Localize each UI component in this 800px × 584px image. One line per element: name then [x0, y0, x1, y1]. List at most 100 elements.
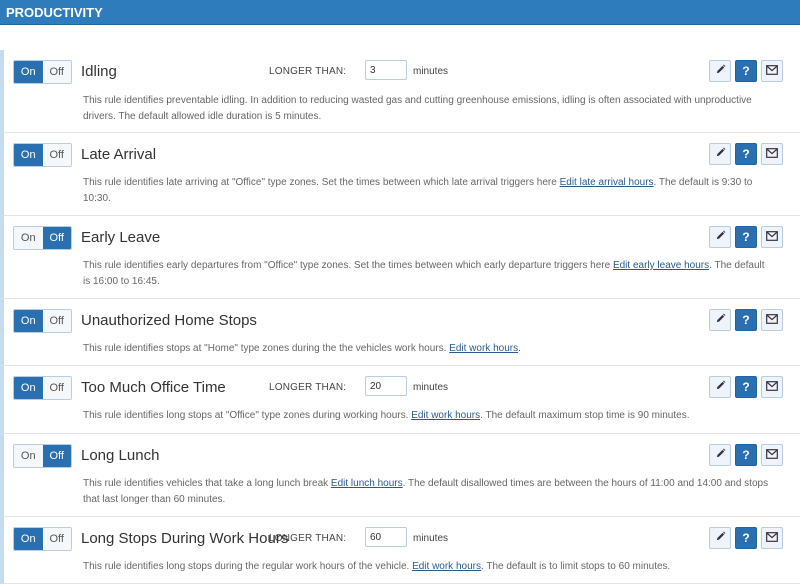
edit-hours-link[interactable]: Edit work hours	[411, 410, 480, 421]
edit-hours-link[interactable]: Edit work hours	[449, 343, 518, 354]
rule-row: OnOff Too Much Office Time LONGER THAN: min…	[0, 366, 800, 434]
toggle-off[interactable]: Off	[42, 528, 71, 550]
threshold-input[interactable]	[365, 376, 407, 396]
toggle-on[interactable]: On	[14, 377, 43, 399]
envelope-icon	[766, 145, 778, 163]
toggle-on[interactable]: On	[14, 61, 43, 83]
section-title: PRODUCTIVITY	[6, 5, 103, 20]
help-icon: ?	[742, 531, 750, 545]
rule-row: On Off Late Arrival? This rule identifies l…	[0, 133, 800, 216]
help-button[interactable]: ?	[735, 444, 757, 466]
edit-button[interactable]	[709, 226, 731, 248]
toggle-on[interactable]: On	[14, 310, 43, 332]
envelope-icon	[766, 62, 778, 80]
toggle-on[interactable]: On	[14, 144, 43, 166]
rule-actions: ?	[709, 60, 783, 82]
help-button[interactable]: ?	[735, 309, 757, 331]
rule-actions: ?	[709, 444, 783, 466]
toggle-on[interactable]: On	[14, 445, 43, 467]
rule-description: This rule identifies long stops during t…	[83, 559, 772, 575]
help-button[interactable]: ?	[735, 527, 757, 549]
toggle-on[interactable]: On	[14, 227, 43, 249]
rule-description: This rule identifies long stops at "Offi…	[83, 408, 772, 424]
rule-title: Long Lunch	[81, 447, 160, 464]
help-icon: ?	[742, 230, 750, 244]
description-text: This rule identifies long stops at "Offi…	[83, 410, 412, 421]
description-text-after: .	[518, 343, 521, 354]
rule-description: This rule identifies stops at "Home" typ…	[83, 341, 772, 357]
on-off-toggle[interactable]: On Off	[13, 376, 72, 400]
on-off-toggle[interactable]: On Off	[13, 444, 72, 468]
rule-row: OnOff Idling LONGER THAN: minutes? This rule…	[0, 50, 800, 133]
edit-hours-link[interactable]: Edit work hours	[412, 561, 481, 572]
toggle-off[interactable]: Off	[42, 445, 71, 467]
edit-button[interactable]	[709, 309, 731, 331]
rule-description: This rule identifies late arriving at "O…	[83, 175, 772, 207]
rule-actions: ?	[709, 309, 783, 331]
rule-row: On Off Early Leave? This rule identifies ea…	[0, 216, 800, 299]
edit-button[interactable]	[709, 444, 731, 466]
on-off-toggle[interactable]: On Off	[13, 309, 72, 333]
help-icon: ?	[742, 380, 750, 394]
toggle-off[interactable]: Off	[42, 144, 71, 166]
edit-hours-link[interactable]: Edit early leave hours	[613, 260, 709, 271]
help-button[interactable]: ?	[735, 226, 757, 248]
help-button[interactable]: ?	[735, 143, 757, 165]
email-button[interactable]	[761, 376, 783, 398]
threshold-unit: minutes	[413, 533, 449, 544]
on-off-toggle[interactable]: On Off	[13, 60, 72, 84]
email-button[interactable]	[761, 444, 783, 466]
email-button[interactable]	[761, 527, 783, 549]
pencil-icon	[715, 529, 726, 547]
help-icon: ?	[742, 313, 750, 327]
toggle-off[interactable]: Off	[42, 377, 71, 399]
toggle-off[interactable]: Off	[42, 227, 71, 249]
rule-actions: ?	[709, 376, 783, 398]
threshold-unit: minutes	[413, 382, 449, 393]
threshold-input[interactable]	[365, 60, 407, 80]
email-button[interactable]	[761, 60, 783, 82]
rule-title: Idling	[81, 63, 117, 80]
help-button[interactable]: ?	[735, 376, 757, 398]
threshold-unit: minutes	[413, 66, 449, 77]
rule-title: Too Much Office Time	[81, 379, 226, 396]
envelope-icon	[766, 228, 778, 246]
email-button[interactable]	[761, 309, 783, 331]
description-text-after: . The default maximum stop time is 90 mi…	[480, 410, 690, 421]
rule-actions: ?	[709, 527, 783, 549]
help-icon: ?	[742, 64, 750, 78]
on-off-toggle[interactable]: On Off	[13, 143, 72, 167]
pencil-icon	[715, 378, 726, 396]
help-button[interactable]: ?	[735, 60, 757, 82]
description-text: This rule identifies late arriving at "O…	[83, 177, 560, 188]
rule-row: On Off Long Lunch? This rule identifies veh…	[0, 434, 800, 517]
toggle-off[interactable]: Off	[42, 61, 71, 83]
rule-row: On Off Unauthorized Home Stops? This rule i…	[0, 299, 800, 366]
edit-hours-link[interactable]: Edit lunch hours	[331, 478, 403, 489]
section-header: PRODUCTIVITY	[0, 0, 800, 25]
on-off-toggle[interactable]: On Off	[13, 527, 72, 551]
rule-description: This rule identifies vehicles that take …	[83, 476, 772, 508]
threshold-input[interactable]	[365, 527, 407, 547]
rule-title: Early Leave	[81, 229, 161, 246]
pencil-icon	[715, 228, 726, 246]
rule-title: Late Arrival	[81, 146, 157, 163]
description-text: This rule identifies vehicles that take …	[83, 478, 331, 489]
toggle-on[interactable]: On	[14, 528, 43, 550]
description-text: This rule identifies preventable idling.…	[83, 95, 752, 122]
email-button[interactable]	[761, 143, 783, 165]
envelope-icon	[766, 446, 778, 464]
description-text: This rule identifies stops at "Home" typ…	[83, 343, 450, 354]
edit-button[interactable]	[709, 60, 731, 82]
edit-button[interactable]	[709, 376, 731, 398]
email-button[interactable]	[761, 226, 783, 248]
edit-button[interactable]	[709, 527, 731, 549]
envelope-icon	[766, 378, 778, 396]
rule-title: Unauthorized Home Stops	[81, 312, 257, 329]
edit-button[interactable]	[709, 143, 731, 165]
edit-hours-link[interactable]: Edit late arrival hours	[560, 177, 654, 188]
help-icon: ?	[742, 448, 750, 462]
description-text: This rule identifies long stops during t…	[83, 561, 413, 572]
on-off-toggle[interactable]: On Off	[13, 226, 72, 250]
toggle-off[interactable]: Off	[42, 310, 71, 332]
